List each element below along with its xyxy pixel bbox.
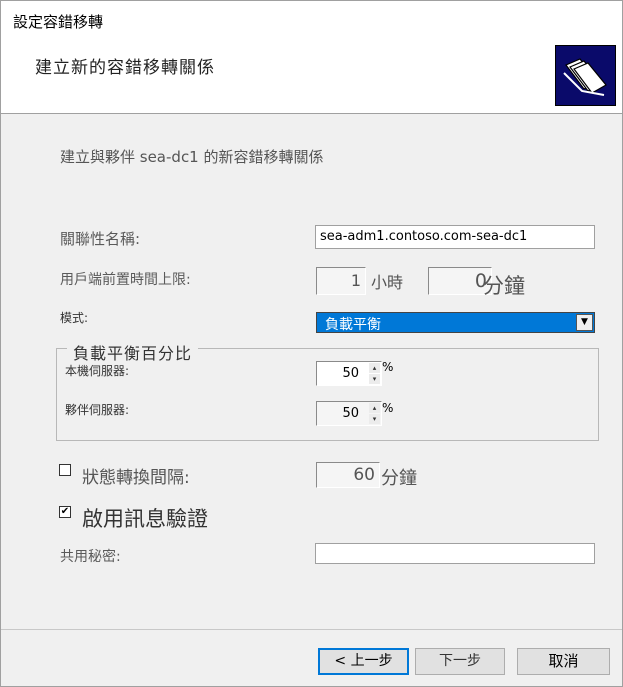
footer-separator (1, 629, 622, 630)
dialog-window: 設定容錯移轉 建立新的容錯移轉關係 建立與夥伴 sea-dc1 的新容錯移轉關係… (0, 0, 623, 687)
local-server-percent: % (382, 360, 394, 374)
message-auth-checkbox[interactable]: ✔ (59, 506, 71, 518)
spin-up-icon[interactable]: ▴ (369, 363, 380, 373)
chevron-down-icon[interactable]: ▼ (576, 314, 593, 331)
mclt-hours-value: 1 (350, 271, 361, 290)
local-server-label: 本機伺服器: (65, 364, 130, 378)
dialog-subtitle: 建立新的容錯移轉關係 (35, 58, 215, 78)
description-text: 建立與夥伴 sea-dc1 的新容錯移轉關係 (60, 148, 324, 166)
spin-down-icon[interactable]: ▾ (369, 414, 380, 424)
mclt-hours-spinner[interactable]: 1 (316, 267, 366, 295)
back-button[interactable]: < 上一步 (318, 648, 409, 675)
shared-secret-label: 共用秘密: (60, 549, 121, 565)
partner-server-label: 夥伴伺服器: (65, 403, 130, 417)
dialog-title: 設定容錯移轉 (13, 13, 104, 31)
load-balance-group-title: 負載平衡百分比 (67, 340, 199, 364)
state-switchover-checkbox[interactable] (59, 464, 71, 476)
mode-selected-value: 負載平衡 (325, 317, 381, 333)
message-auth-label: 啟用訊息驗證 (82, 507, 208, 531)
mode-label: 模式: (60, 311, 89, 325)
state-switchover-unit: 分鐘 (381, 468, 417, 489)
partner-server-value: 50 (342, 406, 359, 421)
mclt-hours-unit: 小時 (371, 273, 404, 292)
relationship-name-label: 關聯性名稱: (60, 230, 141, 248)
partner-server-percent: % (382, 401, 394, 415)
relationship-name-input[interactable]: sea-adm1.contoso.com-sea-dc1 (315, 225, 595, 249)
state-switchover-value: 60 (353, 465, 375, 485)
local-server-spinner[interactable]: 50 ▴ ▾ (316, 361, 382, 386)
state-switchover-spinner[interactable]: 60 (316, 462, 380, 488)
state-switchover-label: 狀態轉換間隔: (82, 468, 190, 488)
cancel-button[interactable]: 取消 (517, 648, 610, 675)
partner-server-spinner[interactable]: 50 ▴ ▾ (316, 401, 382, 426)
mclt-minutes-unit: 分鐘 (483, 274, 525, 298)
local-server-value: 50 (342, 366, 359, 381)
check-icon: ✔ (60, 506, 70, 517)
shared-secret-input[interactable] (315, 543, 595, 564)
dialog-header: 設定容錯移轉 建立新的容錯移轉關係 (1, 1, 622, 114)
mode-dropdown[interactable]: 負載平衡 ▼ (316, 312, 595, 333)
spin-up-icon[interactable]: ▴ (369, 403, 380, 413)
next-button[interactable]: 下一步 (415, 648, 505, 675)
folders-icon (555, 45, 616, 106)
spin-down-icon[interactable]: ▾ (369, 374, 380, 384)
mclt-label: 用戶端前置時間上限: (60, 272, 191, 288)
